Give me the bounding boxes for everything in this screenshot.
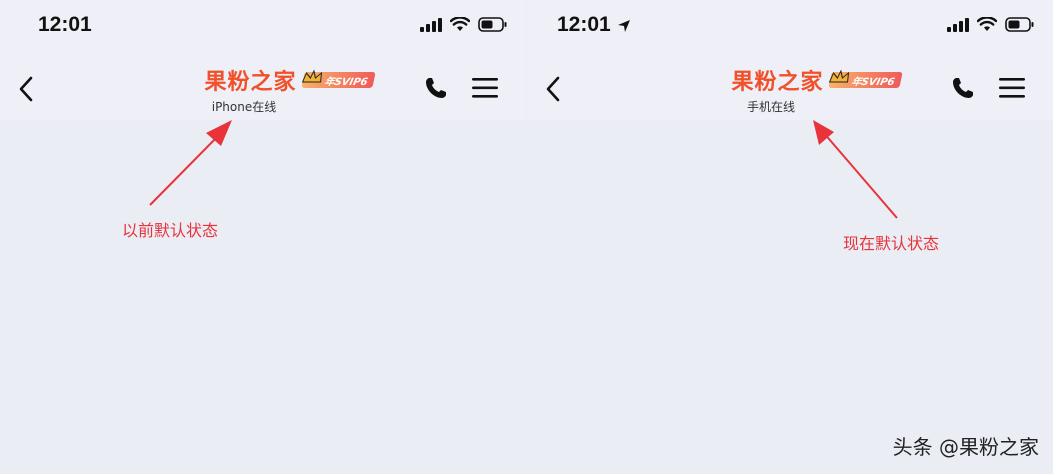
watermark: 头条 @果粉之家 <box>892 435 1039 459</box>
annotation-label: 以前默认状态 <box>122 221 219 240</box>
annotation-label: 现在默认状态 <box>843 234 940 253</box>
annotation-arrow <box>813 120 898 219</box>
chat-screen-before: 12:01 果粉之家 年SVIP6 iPhone在线 以前默认状态 <box>0 0 526 474</box>
chat-screen-after: 12:01 果粉之家 年SVIP6 手机在线 现在默认状态 <box>527 0 1053 474</box>
annotation-arrow <box>149 120 232 206</box>
